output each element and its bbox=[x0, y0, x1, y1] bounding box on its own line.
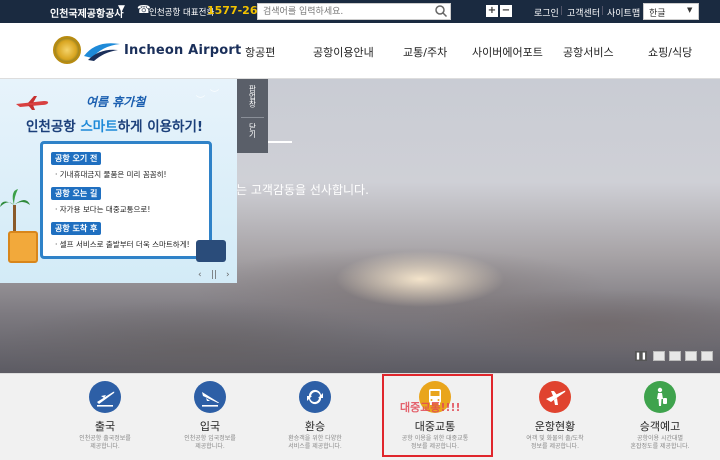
search-icon[interactable] bbox=[434, 4, 448, 18]
tip-line-after-arrival: · 셀프 서비스로 출발부터 더욱 스마트하게! bbox=[55, 240, 190, 249]
annotation-note: 대중교통!!!! bbox=[400, 401, 461, 414]
top-utility-bar: 인천국제공항공사 ▼ ☎ 인천공항 대표전화 1577-2600 + − 로그인… bbox=[0, 0, 720, 23]
quick-desc-line: 인천공항 출국정보를 bbox=[79, 435, 131, 442]
nav-item-flights[interactable]: 항공편 bbox=[245, 44, 275, 60]
quick-label: 환승 bbox=[304, 420, 326, 433]
airplane-icon bbox=[16, 96, 49, 110]
quick-desc: 환승객을 위한 다양한 서비스를 제공합니다. bbox=[255, 435, 375, 451]
airport-swoosh-logo[interactable] bbox=[82, 38, 122, 62]
quick-desc-line: 공항이용 시간대별 bbox=[636, 435, 684, 442]
quick-desc-line: 제공합니다. bbox=[90, 443, 120, 450]
nav-item-airport-services[interactable]: 공항서비스 bbox=[563, 44, 614, 60]
popup-prev-button[interactable]: ‹ bbox=[198, 270, 202, 280]
quick-item-flight-status[interactable]: 운항현황 여객 및 화물의 출/도착 정보를 제공합니다. bbox=[495, 374, 615, 460]
slide-dot[interactable] bbox=[701, 351, 713, 361]
bird-icon: ︶ bbox=[196, 96, 206, 106]
quick-desc: 공항이용 시간대별 혼잡정도를 제공합니다. bbox=[600, 435, 720, 451]
quick-label: 승객예고 bbox=[639, 420, 681, 433]
popup-title-highlight: 스마트 bbox=[80, 119, 118, 135]
popup-title-line1: 여름 휴가철 bbox=[86, 95, 146, 109]
suitcase-icon bbox=[8, 231, 38, 263]
arrival-plane-icon bbox=[194, 381, 226, 413]
zoom-out-button[interactable]: − bbox=[500, 5, 512, 17]
nav-item-airport-guide[interactable]: 공항이용안내 bbox=[313, 44, 374, 60]
hero-subtitle: 는 고객감동을 선사합니다. bbox=[236, 183, 369, 197]
popup-close-button[interactable]: 닫기 bbox=[248, 123, 257, 138]
slide-dot[interactable] bbox=[685, 351, 697, 361]
popup-title-post: 하게 이용하기! bbox=[117, 119, 204, 135]
quick-desc: 여객 및 화물의 출/도착 정보를 제공합니다. bbox=[495, 435, 615, 451]
phone-label: 인천공항 대표전화 bbox=[149, 8, 215, 18]
summer-promo-popup[interactable]: ︶ ︶ 여름 휴가철 인천공항 스마트하게 이용하기! 공항 오기 전 · 기내… bbox=[0, 79, 237, 283]
util-divider: | bbox=[560, 6, 564, 16]
chevron-down-icon: ▼ bbox=[687, 6, 693, 14]
quick-desc-line: 서비스를 제공합니다. bbox=[288, 443, 342, 450]
quick-desc-line: 여객 및 화물의 출/도착 bbox=[526, 435, 584, 442]
tip-pill-before-airport: 공항 오기 전 bbox=[51, 152, 102, 165]
popup-label: 팝업창 bbox=[248, 85, 257, 108]
popup-title-pre: 인천공항 bbox=[26, 119, 81, 135]
tip-pill-after-arrival: 공항 도착 후 bbox=[51, 222, 102, 235]
popup-next-button[interactable]: › bbox=[226, 270, 230, 280]
quick-item-arrival[interactable]: 입국 인천공항 입국정보를 제공합니다. bbox=[150, 374, 270, 460]
slide-pause-button[interactable]: ❚❚ bbox=[635, 351, 647, 361]
main-header: Incheon Airport 항공편 공항이용안내 교통/주차 사이버에어포트… bbox=[0, 23, 720, 79]
quick-desc-line: 환승객을 위한 다양한 bbox=[288, 435, 342, 442]
quick-item-departure[interactable]: 출국 인천공항 출국정보를 제공합니다. bbox=[45, 374, 165, 460]
slide-dot[interactable] bbox=[653, 351, 665, 361]
palm-tree-icon bbox=[0, 189, 30, 237]
popup-close-divider bbox=[241, 117, 264, 118]
quick-desc-line: 정보를 제공합니다. bbox=[531, 443, 579, 450]
flight-status-icon bbox=[539, 381, 571, 413]
slide-dot[interactable] bbox=[669, 351, 681, 361]
popup-title-line2: 인천공항 스마트하게 이용하기! bbox=[26, 115, 203, 135]
util-divider: | bbox=[601, 6, 605, 16]
tip-line-on-way: · 자가용 보다는 대중교통으로! bbox=[55, 205, 151, 214]
login-link[interactable]: 로그인 bbox=[534, 6, 559, 19]
quick-menu: 출국 인천공항 출국정보를 제공합니다. 입국 인천공항 입국정보를 제공합니다. … bbox=[0, 373, 720, 460]
quick-label: 운항현황 bbox=[534, 420, 576, 433]
nav-item-cyber-airport[interactable]: 사이버에어포트 bbox=[472, 44, 543, 60]
quick-desc: 인천공항 입국정보를 제공합니다. bbox=[150, 435, 270, 451]
tip-pill-on-way: 공항 오는 길 bbox=[51, 187, 102, 200]
nav-item-transport-parking[interactable]: 교통/주차 bbox=[403, 44, 447, 60]
airport-logo-text[interactable]: Incheon Airport bbox=[124, 43, 241, 58]
popup-tips-box: 공항 오기 전 · 기내휴대금지 물품은 미리 꼼꼼히! 공항 오는 길 · 자… bbox=[40, 141, 212, 259]
quick-desc-line: 인천공항 입국정보를 bbox=[184, 435, 236, 442]
tip-line-before-airport: · 기내휴대금지 물품은 미리 꼼꼼히! bbox=[55, 170, 167, 179]
quick-desc: 인천공항 출국정보를 제공합니다. bbox=[45, 435, 165, 451]
org-dropdown-arrow-icon[interactable]: ▼ bbox=[118, 4, 125, 14]
annotation-highlight-box bbox=[382, 374, 493, 457]
quick-desc-line: 혼잡정도를 제공합니다. bbox=[630, 443, 690, 450]
popup-pause-button[interactable]: || bbox=[211, 270, 217, 280]
passenger-icon bbox=[644, 381, 676, 413]
bird-icon: ︶ bbox=[210, 90, 220, 100]
nav-item-shopping-dining[interactable]: 쇼핑/식당 bbox=[648, 44, 692, 60]
quick-item-transfer[interactable]: 환승 환승객을 위한 다양한 서비스를 제공합니다. bbox=[255, 374, 375, 460]
sitemap-link[interactable]: 사이트맵 bbox=[607, 6, 640, 19]
quick-desc-line: 제공합니다. bbox=[195, 443, 225, 450]
quick-item-passenger-forecast[interactable]: 승객예고 공항이용 시간대별 혼잡정도를 제공합니다. bbox=[600, 374, 720, 460]
airport-emblem-logo[interactable] bbox=[53, 36, 81, 64]
quick-label: 입국 bbox=[199, 420, 221, 433]
transfer-icon bbox=[299, 381, 331, 413]
departure-plane-icon bbox=[89, 381, 121, 413]
customer-center-link[interactable]: 고객센터 bbox=[567, 6, 600, 19]
quick-label: 출국 bbox=[94, 420, 116, 433]
search-input[interactable] bbox=[257, 3, 451, 20]
zoom-in-button[interactable]: + bbox=[486, 5, 498, 17]
org-name-link[interactable]: 인천국제공항공사 bbox=[50, 5, 124, 20]
passport-icon bbox=[196, 240, 226, 262]
popup-close-panel[interactable]: 팝업창 닫기 bbox=[237, 79, 268, 153]
